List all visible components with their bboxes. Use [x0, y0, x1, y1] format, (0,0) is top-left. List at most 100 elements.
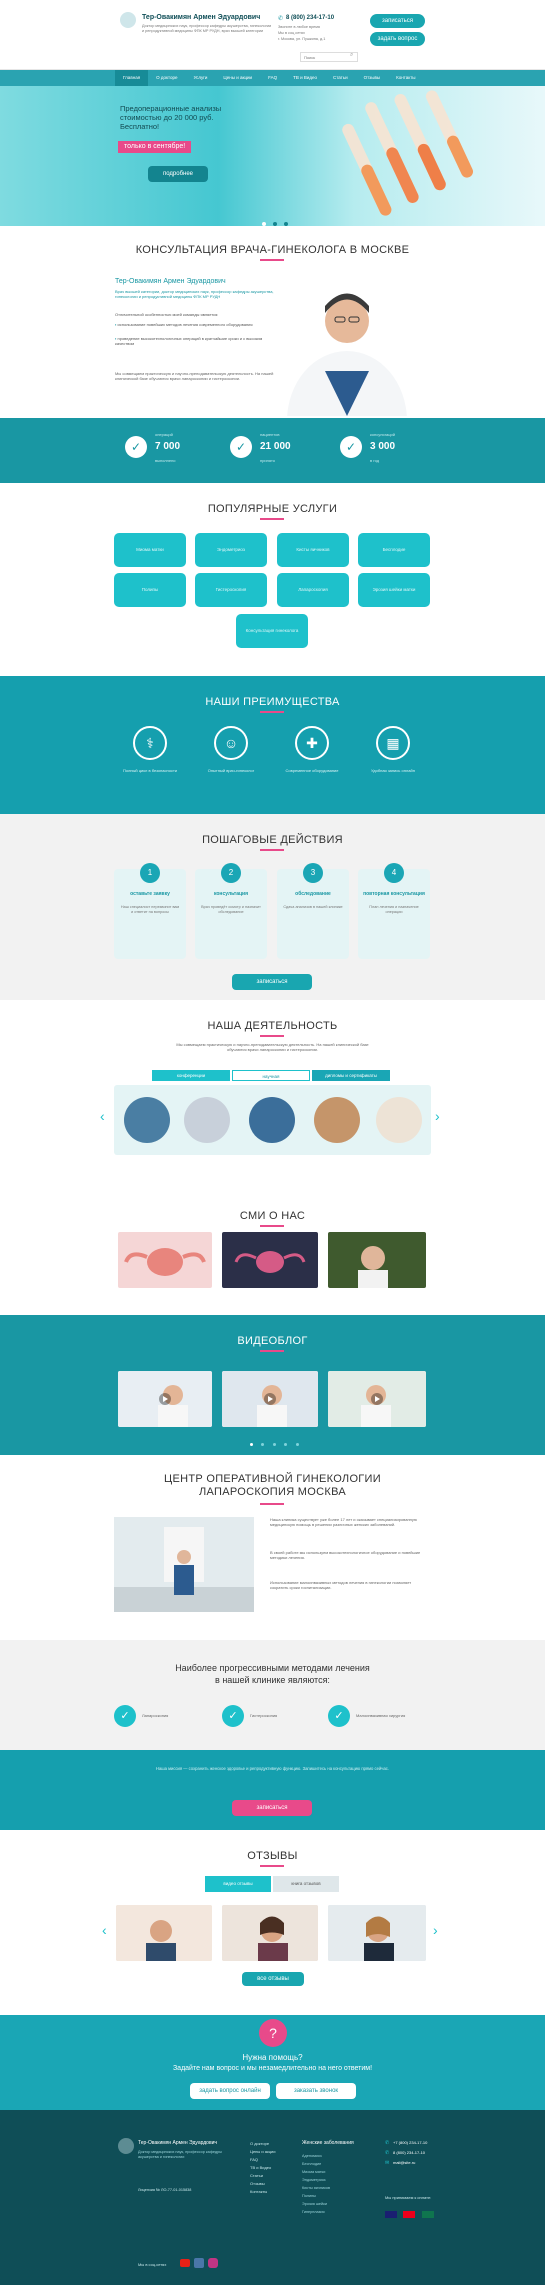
ask-online-button[interactable]: задать вопрос онлайн — [190, 2083, 270, 2099]
slider-dot[interactable] — [250, 1443, 253, 1446]
service-card[interactable]: Лапароскопия — [277, 573, 349, 607]
header-ask-button[interactable]: задать вопрос — [370, 32, 425, 46]
chevron-left-icon[interactable]: ‹ — [102, 1922, 107, 1938]
nav-item-reviews[interactable]: Отзывы — [356, 70, 388, 86]
service-card[interactable]: Кисты яичников — [277, 533, 349, 567]
steps-button[interactable]: записаться — [232, 974, 312, 990]
activity-photo[interactable] — [249, 1097, 295, 1143]
disease-link[interactable]: Гиперплазия — [302, 2208, 330, 2216]
reviews-tab[interactable]: книга отзывов — [273, 1876, 339, 1892]
disease-link[interactable]: Аденомиоз — [302, 2152, 330, 2160]
nav-item-tv[interactable]: ТВ и Видео — [285, 70, 325, 86]
chevron-right-icon[interactable]: › — [435, 1108, 440, 1124]
service-card[interactable]: Миома матки — [114, 533, 186, 567]
media-thumb[interactable] — [328, 1232, 426, 1288]
activity-photo[interactable] — [314, 1097, 360, 1143]
reviews-section: ОТЗЫВЫ видео отзывы книга отзывов ‹ › вс… — [0, 1830, 545, 2015]
chevron-left-icon[interactable]: ‹ — [100, 1108, 105, 1124]
help-title: Нужна помощь? — [242, 2053, 303, 2062]
title-underline — [260, 849, 284, 851]
nav-item-contacts[interactable]: Контакты — [388, 70, 423, 86]
advantage-item: ☺ Опытный врач-гинеколог — [196, 726, 266, 773]
nav-item-prices[interactable]: Цены и акции — [215, 70, 260, 86]
vk-icon[interactable] — [194, 2258, 204, 2268]
phone-icon: ✆ — [385, 2150, 390, 2156]
footer-link[interactable]: Отзывы — [250, 2180, 275, 2188]
service-card[interactable]: Бесплодие — [358, 533, 430, 567]
hero-button[interactable]: подробнее — [148, 166, 208, 182]
activity-tab[interactable]: дипломы и сертификаты — [312, 1070, 390, 1081]
video-thumb[interactable] — [328, 1371, 426, 1427]
cta-button[interactable]: записаться — [232, 1800, 312, 1816]
footer-link[interactable]: Статьи — [250, 2172, 275, 2180]
activity-photo[interactable] — [184, 1097, 230, 1143]
steps-section: ПОШАГОВЫЕ ДЕЙСТВИЯ 1 оставьте заявку Наш… — [0, 814, 545, 1000]
disease-link[interactable]: Бесплодие — [302, 2160, 330, 2168]
all-reviews-button[interactable]: все отзывы — [242, 1972, 304, 1986]
footer-email[interactable]: mail@site.ru — [393, 2160, 415, 2165]
disease-link[interactable]: Полипы — [302, 2192, 330, 2200]
video-thumb[interactable] — [118, 1371, 212, 1427]
videoblog-title: ВИДЕОБЛОГ — [237, 1335, 308, 1347]
activity-photo[interactable] — [124, 1097, 170, 1143]
youtube-icon[interactable] — [180, 2259, 190, 2267]
stat-label: операций — [155, 432, 173, 437]
footer-link[interactable]: FAQ — [250, 2156, 275, 2164]
slider-dot[interactable] — [284, 1443, 288, 1446]
reviews-tab[interactable]: видео отзывы — [205, 1876, 271, 1892]
footer-link[interactable]: Контакты — [250, 2188, 275, 2196]
search-icon[interactable]: ⌕ — [350, 52, 353, 59]
order-call-button[interactable]: заказать звонок — [276, 2083, 356, 2099]
hero-badge: только в сентябре! — [118, 141, 192, 153]
footer-social-label: Мы в соц.сетях — [138, 2262, 167, 2267]
advantage-label: Современное оборудование — [285, 768, 339, 773]
review-video[interactable] — [116, 1905, 212, 1961]
header-call-button[interactable]: записаться — [370, 14, 425, 28]
bullet-text: проведение высокотехнологичных операций … — [115, 336, 263, 346]
footer-link[interactable]: О докторе — [250, 2140, 275, 2148]
slider-dot[interactable] — [295, 1443, 299, 1446]
service-card[interactable]: Гистероскопия — [195, 573, 267, 607]
footer-phone-1[interactable]: +7 (800) 234-17-10 — [393, 2140, 427, 2145]
disease-link[interactable]: Эндометриоз — [302, 2176, 330, 2184]
nav-item-home[interactable]: Главная — [115, 70, 149, 86]
disease-link[interactable]: Миома матки — [302, 2168, 330, 2176]
activity-tab[interactable]: конференции — [152, 1070, 230, 1081]
footer-link[interactable]: Цены и акции — [250, 2148, 275, 2156]
nav-item-articles[interactable]: Статьи — [325, 70, 356, 86]
activity-tab[interactable]: научная — [232, 1070, 310, 1081]
nav-item-faq[interactable]: FAQ — [260, 70, 285, 86]
slider-dot[interactable] — [272, 1443, 276, 1446]
review-video[interactable] — [222, 1905, 318, 1961]
service-card[interactable]: Консультация гинеколога — [236, 614, 308, 648]
header-phone[interactable]: 8 (800) 234-17-10 — [286, 15, 334, 21]
consult-title: КОНСУЛЬТАЦИЯ ВРАЧА-ГИНЕКОЛОГА В МОСКВЕ — [135, 244, 410, 256]
disease-link[interactable]: Кисты яичников — [302, 2184, 330, 2192]
consult-doctor-name: Тер-Овакимян Армен Эдуардович — [115, 278, 226, 285]
stat-value: 21 000 — [260, 441, 291, 452]
instagram-icon[interactable] — [208, 2258, 218, 2268]
service-card[interactable]: Полипы — [114, 573, 186, 607]
chevron-right-icon[interactable]: › — [433, 1922, 438, 1938]
step-name: консультация — [213, 891, 249, 897]
consult-section: КОНСУЛЬТАЦИЯ ВРАЧА-ГИНЕКОЛОГА В МОСКВЕ Т… — [0, 226, 545, 418]
contact-line-3: г. Москва, ул. Пушкина, д.1 — [278, 37, 326, 41]
footer-link[interactable]: ТВ и Видео — [250, 2164, 275, 2172]
disease-link[interactable]: Эрозия шейки — [302, 2200, 330, 2208]
video-thumb[interactable] — [222, 1371, 318, 1427]
footer-phone-2[interactable]: 8 (800) 234-17-10 — [393, 2150, 425, 2155]
nav-item-services[interactable]: Услуги — [186, 70, 216, 86]
service-card[interactable]: Эндометриоз — [195, 533, 267, 567]
media-thumb[interactable] — [222, 1232, 318, 1288]
step-card: 2 консультация Врач проведёт осмотр и на… — [195, 863, 267, 959]
service-card[interactable]: Эрозия шейки матки — [358, 573, 430, 607]
contact-line-2[interactable]: Мы в соц сетях — [278, 31, 305, 35]
step-number: 4 — [384, 863, 404, 883]
activity-photo[interactable] — [376, 1097, 422, 1143]
slider-dot[interactable] — [261, 1443, 265, 1446]
media-thumb[interactable] — [118, 1232, 212, 1288]
review-video[interactable] — [328, 1905, 426, 1961]
center-section: ЦЕНТР ОПЕРАТИВНОЙ ГИНЕКОЛОГИИ ЛАПАРОСКОП… — [0, 1455, 545, 1640]
nav-item-about[interactable]: О докторе — [148, 70, 185, 86]
cta-section: Наша миссия — сохранить женское здоровье… — [0, 1750, 545, 1830]
